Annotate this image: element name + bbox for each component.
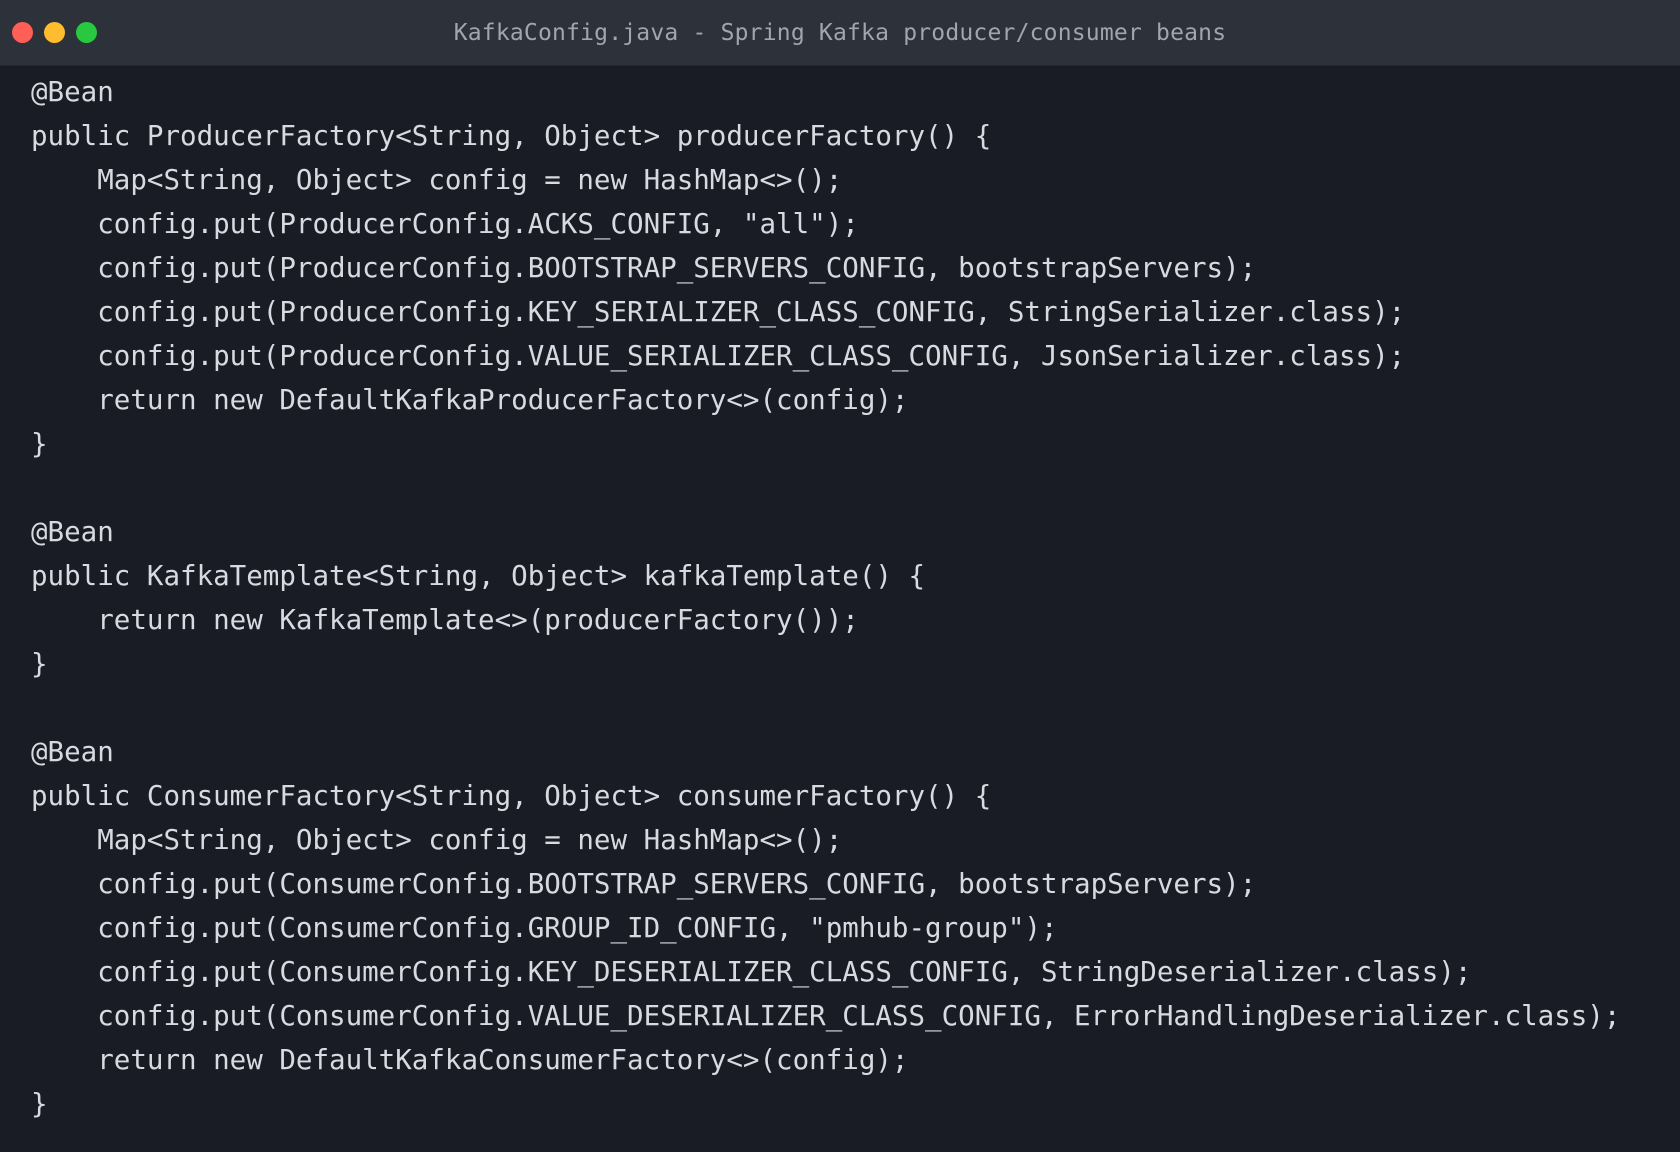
- code-line: public KafkaTemplate<String, Object> kaf…: [31, 560, 926, 592]
- code-line: public ProducerFactory<String, Object> p…: [31, 120, 992, 152]
- code-line: config.put(ProducerConfig.BOOTSTRAP_SERV…: [31, 252, 1257, 284]
- title-bar: KafkaConfig.java - Spring Kafka producer…: [0, 0, 1680, 66]
- code-line: Map<String, Object> config = new HashMap…: [31, 164, 843, 196]
- code-line: config.put(ConsumerConfig.VALUE_DESERIAL…: [31, 1000, 1621, 1032]
- code-line: }: [31, 1088, 48, 1120]
- window-title: KafkaConfig.java - Spring Kafka producer…: [453, 20, 1227, 46]
- code-line: config.put(ProducerConfig.ACKS_CONFIG, "…: [31, 208, 859, 240]
- code-line: }: [31, 648, 48, 680]
- code-line: @Bean: [31, 736, 114, 768]
- code-line: @Bean: [31, 516, 114, 548]
- code-editor[interactable]: @Bean public ProducerFactory<String, Obj…: [31, 70, 1680, 1126]
- code-line: }: [31, 428, 48, 460]
- code-line: return new KafkaTemplate<>(producerFacto…: [31, 604, 859, 636]
- code-line: config.put(ConsumerConfig.GROUP_ID_CONFI…: [31, 912, 1058, 944]
- code-line: config.put(ConsumerConfig.BOOTSTRAP_SERV…: [31, 868, 1257, 900]
- code-line: @Bean: [31, 76, 114, 108]
- code-line: config.put(ProducerConfig.KEY_SERIALIZER…: [31, 296, 1406, 328]
- code-line: return new DefaultKafkaConsumerFactory<>…: [31, 1044, 909, 1076]
- code-line: config.put(ConsumerConfig.KEY_DESERIALIZ…: [31, 956, 1472, 988]
- editor-window: KafkaConfig.java - Spring Kafka producer…: [0, 0, 1680, 1152]
- code-line: return new DefaultKafkaProducerFactory<>…: [31, 384, 909, 416]
- code-line: config.put(ProducerConfig.VALUE_SERIALIZ…: [31, 340, 1406, 372]
- code-line: Map<String, Object> config = new HashMap…: [31, 824, 843, 856]
- code-line: public ConsumerFactory<String, Object> c…: [31, 780, 992, 812]
